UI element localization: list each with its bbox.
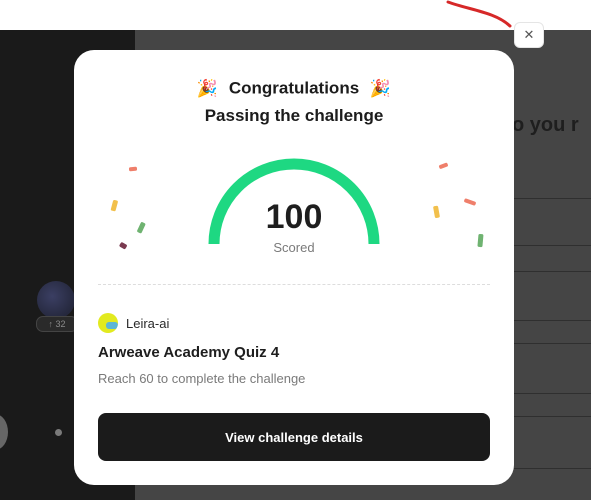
view-challenge-details-button[interactable]: View challenge details [98, 413, 490, 461]
background-row-divider [510, 468, 591, 469]
party-popper-icon: 🎉 [196, 78, 219, 98]
close-button[interactable]: ✕ [514, 22, 544, 48]
background-row-divider [510, 198, 591, 199]
score-label: Scored [273, 240, 315, 255]
background-row-divider [510, 393, 591, 394]
party-popper-icon: 🎉 [369, 78, 392, 98]
quiz-description: Reach 60 to complete the challenge [98, 371, 306, 386]
modal-title-text: Congratulations [228, 78, 360, 98]
background-row-divider [510, 320, 591, 321]
side-vote-badge[interactable]: ↑ 32 [36, 316, 78, 332]
close-icon: ✕ [523, 27, 535, 42]
org-name[interactable]: Leira-ai [126, 316, 169, 331]
side-pagination-dot[interactable] [55, 429, 62, 436]
modal-subtitle: Passing the challenge [204, 106, 384, 125]
background-row-divider [510, 245, 591, 246]
background-question-text: o you r [512, 114, 579, 136]
org-row[interactable]: Leira-ai [98, 313, 169, 333]
background-row-divider [510, 343, 591, 344]
section-divider [98, 284, 490, 285]
modal-title: 🎉 Congratulations 🎉 [74, 78, 514, 99]
score-value: 100 [265, 198, 323, 236]
background-row-divider [510, 416, 591, 417]
quiz-title: Arweave Academy Quiz 4 [98, 344, 280, 361]
org-avatar-icon [98, 313, 118, 333]
congratulations-modal: 🎉 Congratulations 🎉 Passing the challeng… [74, 50, 514, 485]
background-row-divider [510, 271, 591, 272]
side-avatar[interactable] [37, 281, 75, 319]
annotation-arrow [446, 0, 512, 28]
